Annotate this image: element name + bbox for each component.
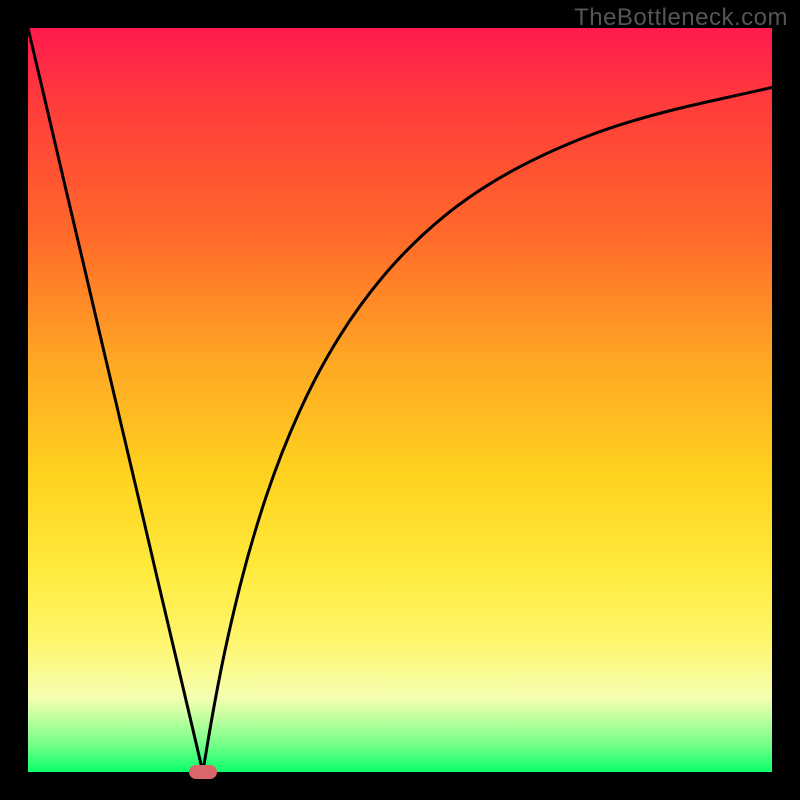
plot-area — [28, 28, 772, 772]
curve-right-branch — [203, 88, 772, 773]
watermark-text: TheBottleneck.com — [574, 4, 788, 32]
curve-left-branch — [28, 28, 203, 772]
chart-root: TheBottleneck.com — [0, 0, 800, 800]
curve-layer — [28, 28, 772, 772]
cusp-marker — [189, 765, 217, 779]
